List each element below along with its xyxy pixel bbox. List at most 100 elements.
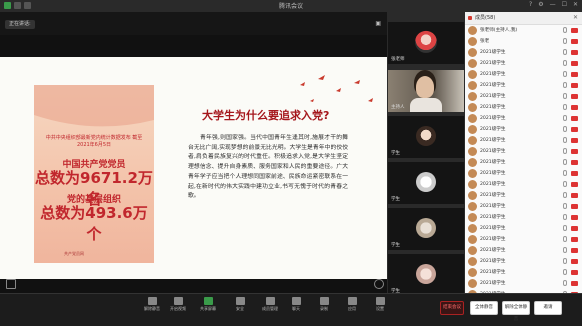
member-row[interactable]: 张老 (465, 36, 582, 47)
camera-off-icon[interactable] (571, 281, 578, 286)
microphone-icon[interactable] (563, 115, 567, 121)
microphone-icon[interactable] (563, 247, 567, 253)
minimize-icon[interactable]: — (550, 1, 556, 8)
camera-off-icon[interactable] (571, 270, 578, 275)
member-row[interactable]: 2021级学生 (465, 267, 582, 278)
video-tile[interactable]: 张老师 (388, 22, 464, 64)
microphone-icon[interactable] (563, 236, 567, 242)
member-row[interactable]: 2021级学生 (465, 102, 582, 113)
member-row[interactable]: 张老师(主持人,我) (465, 25, 582, 36)
fullscreen-icon[interactable] (6, 279, 16, 289)
member-row[interactable]: 2021级学生 (465, 234, 582, 245)
camera-off-icon[interactable] (571, 182, 578, 187)
camera-off-icon[interactable] (571, 72, 578, 77)
microphone-icon[interactable] (563, 159, 567, 165)
camera-off-icon[interactable] (571, 39, 578, 44)
member-row[interactable]: 2021级学生 (465, 179, 582, 190)
microphone-icon[interactable] (563, 214, 567, 220)
member-row[interactable]: 2021级学生 (465, 223, 582, 234)
microphone-icon[interactable] (563, 192, 567, 198)
microphone-icon[interactable] (563, 38, 567, 44)
video-tile[interactable]: 学生 (388, 208, 464, 250)
microphone-icon[interactable] (563, 148, 567, 154)
member-row[interactable]: 2021级学生 (465, 80, 582, 91)
microphone-icon[interactable] (563, 49, 567, 55)
mute-all-button[interactable]: 全体静音 (470, 301, 498, 315)
camera-off-icon[interactable] (571, 105, 578, 110)
camera-off-icon[interactable] (571, 28, 578, 33)
camera-off-icon[interactable] (571, 215, 578, 220)
video-tile[interactable]: 学生 (388, 116, 464, 158)
camera-off-icon[interactable] (571, 237, 578, 242)
member-row[interactable]: 2021级学生 (465, 113, 582, 124)
member-row[interactable]: 2021级学生 (465, 124, 582, 135)
camera-off-icon[interactable] (571, 116, 578, 121)
toolbar-button[interactable]: 安全 (228, 297, 252, 312)
microphone-icon[interactable] (563, 82, 567, 88)
camera-off-icon[interactable] (571, 83, 578, 88)
settings-icon[interactable]: ⚙ (538, 1, 543, 8)
toolbar-button[interactable]: 解除静音 (140, 297, 164, 312)
toolbar-button[interactable]: 设置 (368, 297, 392, 312)
microphone-icon[interactable] (563, 126, 567, 132)
member-row[interactable]: 2021级学生 (465, 168, 582, 179)
microphone-icon[interactable] (563, 280, 567, 286)
end-meeting-button[interactable]: 结束会议 (440, 301, 464, 315)
camera-off-icon[interactable] (571, 149, 578, 154)
member-row[interactable]: 2021级学生 (465, 135, 582, 146)
camera-off-icon[interactable] (571, 259, 578, 264)
toolbar-button[interactable]: 应用 (340, 297, 364, 312)
member-row[interactable]: 2021级学生 (465, 256, 582, 267)
camera-off-icon[interactable] (571, 248, 578, 253)
toolbar-button[interactable]: 共享屏幕 (196, 297, 220, 312)
camera-off-icon[interactable] (571, 127, 578, 132)
member-row[interactable]: 2021级学生 (465, 212, 582, 223)
member-row[interactable]: 2021级学生 (465, 190, 582, 201)
microphone-icon[interactable] (563, 203, 567, 209)
video-tile[interactable]: 学生 (388, 254, 464, 296)
microphone-icon[interactable] (563, 225, 567, 231)
microphone-icon[interactable] (563, 137, 567, 143)
microphone-icon[interactable] (563, 93, 567, 99)
pip-icon[interactable] (374, 279, 384, 289)
microphone-icon[interactable] (563, 27, 567, 33)
camera-off-icon[interactable] (571, 226, 578, 231)
member-row[interactable]: 2021级学生 (465, 146, 582, 157)
camera-off-icon[interactable] (571, 138, 578, 143)
microphone-icon[interactable] (563, 258, 567, 264)
microphone-icon[interactable] (563, 181, 567, 187)
toolbar-button[interactable]: 成员管理 (258, 297, 282, 312)
member-row[interactable]: 2021级学生 (465, 69, 582, 80)
help-icon[interactable]: ? (529, 1, 532, 8)
microphone-icon[interactable] (563, 170, 567, 176)
microphone-icon[interactable] (563, 60, 567, 66)
camera-off-icon[interactable] (571, 193, 578, 198)
camera-off-icon[interactable] (571, 171, 578, 176)
camera-off-icon[interactable] (571, 94, 578, 99)
member-row[interactable]: 2021级学生 (465, 58, 582, 69)
member-row[interactable]: 2021级学生 (465, 47, 582, 58)
video-tile-active[interactable]: 主持人 (388, 70, 464, 112)
member-row[interactable]: 2021级学生 (465, 157, 582, 168)
member-row[interactable]: 2021级学生 (465, 201, 582, 212)
close-panel-icon[interactable]: ✕ (573, 12, 578, 24)
maximize-icon[interactable]: ☐ (562, 1, 567, 8)
microphone-icon[interactable] (563, 104, 567, 110)
view-toggle-icon[interactable]: ▣ (375, 20, 381, 27)
microphone-icon[interactable] (563, 71, 567, 77)
toolbar-button[interactable]: 录制 (312, 297, 336, 312)
close-icon[interactable]: ✕ (573, 1, 578, 8)
microphone-icon[interactable] (563, 269, 567, 275)
member-row[interactable]: 2021级学生 (465, 278, 582, 289)
camera-off-icon[interactable] (571, 204, 578, 209)
invite-button[interactable]: 邀请 (534, 301, 562, 315)
toolbar-button[interactable]: 开启视频 (166, 297, 190, 312)
video-tile[interactable]: 学生 (388, 162, 464, 204)
toolbar-button[interactable]: 聊天 (284, 297, 308, 312)
camera-off-icon[interactable] (571, 160, 578, 165)
camera-off-icon[interactable] (571, 61, 578, 66)
member-row[interactable]: 2021级学生 (465, 91, 582, 102)
member-row[interactable]: 2021级学生 (465, 245, 582, 256)
camera-off-icon[interactable] (571, 50, 578, 55)
unmute-all-button[interactable]: 解除全体静音 (502, 301, 530, 322)
